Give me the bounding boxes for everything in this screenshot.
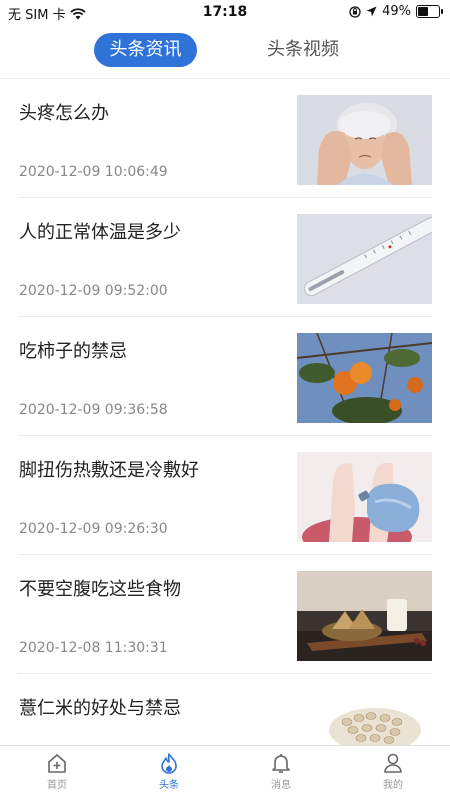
location-icon [366,6,377,17]
article-date: 2020-12-09 09:26:30 [19,521,168,537]
elderly-woman-headache-image [297,95,432,185]
article-item[interactable]: 吃柿子的禁忌 2020-12-09 09:36:58 [18,317,432,436]
orientation-lock-icon [349,5,361,18]
article-item[interactable]: 人的正常体温是多少 2020-12-09 09:52:00 [18,198,432,317]
coix-seeds-image [297,690,432,745]
article-thumbnail [297,690,432,745]
top-tabs: 头条资讯 头条视频 [0,30,450,70]
article-list: 头疼怎么办 2020-12-09 10:06:49 人的正常体温是多少 2020… [0,79,450,745]
article-item[interactable]: 脚扭伤热敷还是冷敷好 2020-12-09 09:26:30 [18,436,432,555]
thermometer-image [297,214,432,304]
article-thumbnail [297,333,432,423]
article-thumbnail [297,95,432,185]
tab-headline-videos[interactable]: 头条视频 [255,33,351,67]
article-thumbnail [297,214,432,304]
bottom-nav-home[interactable]: 首页 [27,752,87,791]
bottom-tab-bar: 首页 头条 消息 我的 [0,745,450,801]
status-right: 49% [349,4,443,19]
home-plus-icon [48,754,66,773]
article-thumbnail [297,452,432,542]
battery-icon [416,5,443,18]
article-title: 吃柿子的禁忌 [19,341,127,362]
flame-icon [161,753,177,774]
article-title: 不要空腹吃这些食物 [19,579,181,600]
article-title: 脚扭伤热敷还是冷敷好 [19,460,199,481]
person-icon [384,753,402,773]
bell-icon [272,754,290,773]
tab-headline-news[interactable]: 头条资讯 [94,33,197,67]
article-title: 头疼怎么办 [19,103,109,124]
article-date: 2020-12-09 09:36:58 [19,402,168,418]
zongzi-and-milk-image [297,571,432,661]
bottom-nav-label: 首页 [47,780,67,791]
article-item[interactable]: 薏仁米的好处与禁忌 [18,674,432,745]
bottom-nav-label: 我的 [383,780,403,791]
bottom-nav-headlines[interactable]: 头条 [139,752,199,791]
battery-cap [441,9,443,14]
status-bar: 无 SIM 卡 17:18 49% [0,0,450,24]
article-title: 人的正常体温是多少 [19,222,181,243]
article-thumbnail [297,571,432,661]
persimmons-on-tree-image [297,333,432,423]
article-title: 薏仁米的好处与禁忌 [19,698,181,719]
article-item[interactable]: 头疼怎么办 2020-12-09 10:06:49 [18,79,432,198]
article-date: 2020-12-08 11:30:31 [19,640,168,656]
battery-level [418,7,428,16]
article-item[interactable]: 不要空腹吃这些食物 2020-12-08 11:30:31 [18,555,432,674]
bottom-nav-label: 消息 [271,780,291,791]
bottom-nav-label: 头条 [159,780,179,791]
bottom-nav-profile[interactable]: 我的 [363,752,423,791]
bottom-nav-messages[interactable]: 消息 [251,752,311,791]
ice-pack-on-ankle-image [297,452,432,542]
article-date: 2020-12-09 09:52:00 [19,283,168,299]
battery-percent: 49% [382,4,411,19]
article-date: 2020-12-09 10:06:49 [19,164,168,180]
